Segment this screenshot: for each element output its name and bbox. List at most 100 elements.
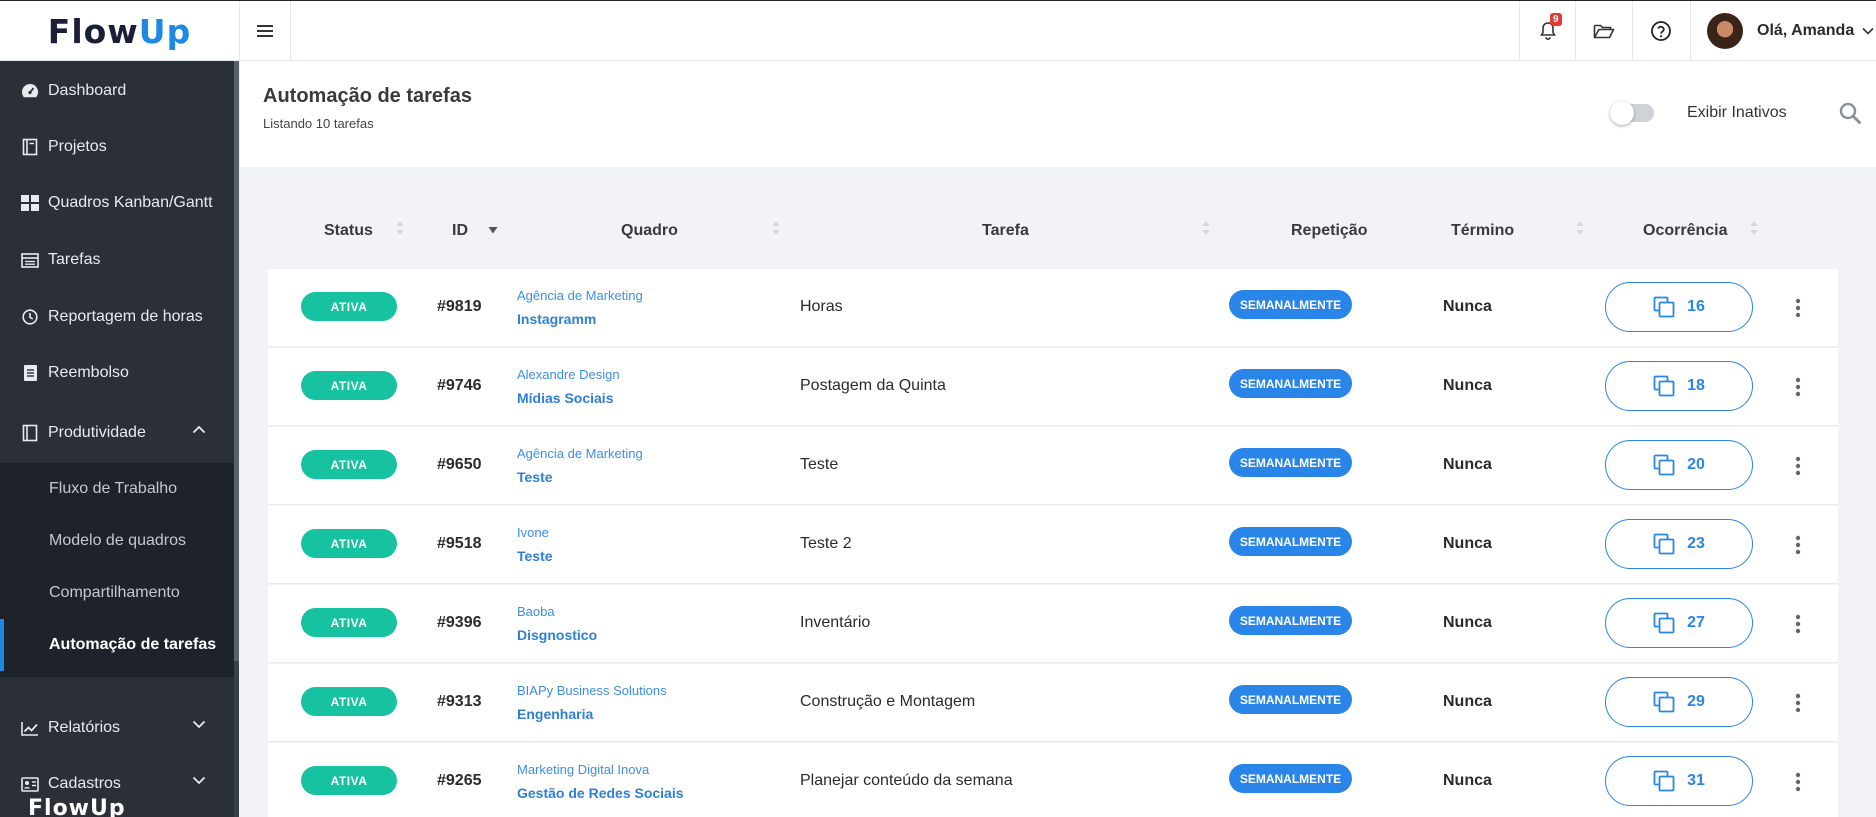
page-title: Automação de tarefas (263, 85, 472, 107)
grid-icon (20, 193, 40, 213)
sort-icon[interactable] (1750, 220, 1758, 236)
search-button[interactable] (1836, 99, 1864, 127)
occurrences-button[interactable]: 27 (1605, 598, 1753, 648)
chevron-down-icon (192, 720, 206, 729)
column-header-tarefa[interactable]: Tarefa (982, 219, 1029, 243)
sort-icon[interactable] (772, 220, 780, 236)
occurrences-button[interactable]: 29 (1605, 677, 1753, 727)
show-inactive-toggle[interactable] (1610, 101, 1654, 125)
table-row[interactable]: ATIVA #9819 Agência de Marketing Instagr… (268, 269, 1838, 347)
sort-desc-icon[interactable] (488, 226, 498, 234)
table-row[interactable]: ATIVA #9746 Alexandre Design Mídias Soci… (268, 348, 1838, 426)
occurrences-button[interactable]: 31 (1605, 756, 1753, 806)
column-header-id[interactable]: ID (452, 219, 468, 243)
end-value: Nunca (1443, 614, 1492, 631)
sidebar-item-quadros[interactable]: Quadros Kanban/Gantt (0, 175, 234, 231)
copy-icon (1653, 691, 1675, 713)
submenu-item-automacao[interactable]: Automação de tarefas (0, 619, 234, 671)
row-actions-button[interactable] (1788, 294, 1808, 322)
table-row[interactable]: ATIVA #9265 Marketing Digital Inova Gest… (268, 743, 1838, 817)
row-actions-button[interactable] (1788, 531, 1808, 559)
column-header-label: Quadro (621, 222, 678, 239)
row-actions-button[interactable] (1788, 689, 1808, 717)
occurrences-button[interactable]: 20 (1605, 440, 1753, 490)
column-header-repeticao[interactable]: Repetição (1291, 219, 1367, 243)
board-client: Ivone (517, 525, 549, 540)
sidebar-item-projetos[interactable]: Projetos (0, 119, 234, 175)
sort-icon[interactable] (1202, 220, 1210, 236)
occurrence-count: 23 (1687, 535, 1705, 552)
question-circle-icon (1650, 21, 1671, 41)
submenu-item-compartilhamento[interactable]: Compartilhamento (0, 567, 234, 619)
table-row[interactable]: ATIVA #9313 BIAPy Business Solutions Eng… (268, 664, 1838, 742)
menu-toggle-button[interactable] (239, 1, 291, 61)
row-id: #9650 (437, 456, 482, 473)
board-link[interactable]: Teste (517, 548, 553, 564)
table-row[interactable]: ATIVA #9518 Ivone Teste Teste 2 SEMANALM… (268, 506, 1838, 584)
id-card-icon (20, 774, 40, 794)
help-button[interactable] (1632, 1, 1688, 61)
column-header-status[interactable]: Status (324, 219, 373, 243)
sidebar-item-label: Produtividade (48, 424, 146, 441)
sidebar-item-relatorios[interactable]: Relatórios (0, 700, 234, 756)
board-link[interactable]: Gestão de Redes Sociais (517, 785, 684, 801)
submenu-item-fluxo[interactable]: Fluxo de Trabalho (0, 463, 234, 515)
kebab-icon (1795, 693, 1801, 713)
sidebar-scroll-thumb[interactable] (234, 61, 239, 661)
row-actions-button[interactable] (1788, 373, 1808, 401)
book-icon (20, 423, 40, 443)
kebab-icon (1795, 456, 1801, 476)
status-badge: ATIVA (301, 292, 397, 321)
submenu-item-label: Automação de tarefas (49, 636, 217, 653)
row-actions-button[interactable] (1788, 610, 1808, 638)
sidebar-item-label: Reembolso (48, 364, 129, 381)
table-row[interactable]: ATIVA #9650 Agência de Marketing Teste T… (268, 427, 1838, 505)
task-name: Teste (800, 456, 839, 473)
board-link[interactable]: Disgnostico (517, 627, 597, 643)
occurrences-button[interactable]: 23 (1605, 519, 1753, 569)
occurrence-count: 31 (1687, 772, 1705, 789)
sidebar-item-produtividade[interactable]: Produtividade (0, 405, 234, 461)
dashboard-gauge-icon (20, 81, 40, 101)
sidebar-scrollbar[interactable] (234, 61, 239, 817)
sidebar-item-tarefas[interactable]: Tarefas (0, 232, 234, 288)
sidebar: Dashboard Projetos Quadros Kanban/Gantt … (0, 61, 239, 817)
copy-icon (1653, 454, 1675, 476)
notifications-button[interactable]: 9 (1519, 1, 1575, 61)
projects-folder-button[interactable] (1575, 1, 1631, 61)
board-link[interactable]: Mídias Sociais (517, 390, 613, 406)
repeat-badge: SEMANALMENTE (1229, 290, 1352, 319)
kebab-icon (1795, 772, 1801, 792)
column-header-label: Repetição (1291, 222, 1368, 239)
column-header-termino[interactable]: Término (1451, 219, 1514, 243)
column-header-ocorrencia[interactable]: Ocorrência (1643, 219, 1727, 243)
sort-icon[interactable] (396, 220, 404, 236)
show-inactive-label: Exibir Inativos (1687, 104, 1787, 121)
board-link[interactable]: Instagramm (517, 311, 596, 327)
task-name: Teste 2 (800, 535, 852, 552)
page-subtitle: Listando 10 tarefas (263, 116, 374, 131)
board-link[interactable]: Engenharia (517, 706, 593, 722)
task-name: Inventário (800, 614, 871, 631)
occurrences-button[interactable]: 16 (1605, 282, 1753, 332)
table-row[interactable]: ATIVA #9396 Baoba Disgnostico Inventário… (268, 585, 1838, 663)
row-actions-button[interactable] (1788, 452, 1808, 480)
row-id: #9746 (437, 377, 482, 394)
occurrences-button[interactable]: 18 (1605, 361, 1753, 411)
sidebar-item-dashboard[interactable]: Dashboard (0, 63, 234, 119)
board-link[interactable]: Teste (517, 469, 553, 485)
brand-logo[interactable]: FlowUp (0, 1, 239, 61)
sidebar-item-reembolso[interactable]: Reembolso (0, 345, 234, 401)
row-actions-button[interactable] (1788, 768, 1808, 796)
sort-icon[interactable] (1576, 220, 1584, 236)
sidebar-item-reportagem[interactable]: Reportagem de horas (0, 289, 234, 345)
copy-icon (1653, 533, 1675, 555)
repeat-badge: SEMANALMENTE (1229, 369, 1352, 398)
repeat-badge: SEMANALMENTE (1229, 527, 1352, 556)
board-client: Agência de Marketing (517, 288, 643, 303)
user-menu[interactable]: Olá, Amanda (1690, 1, 1876, 61)
submenu-item-modelo[interactable]: Modelo de quadros (0, 515, 234, 567)
book-icon (20, 137, 40, 157)
column-header-quadro[interactable]: Quadro (621, 219, 678, 243)
clock-icon (20, 307, 40, 327)
